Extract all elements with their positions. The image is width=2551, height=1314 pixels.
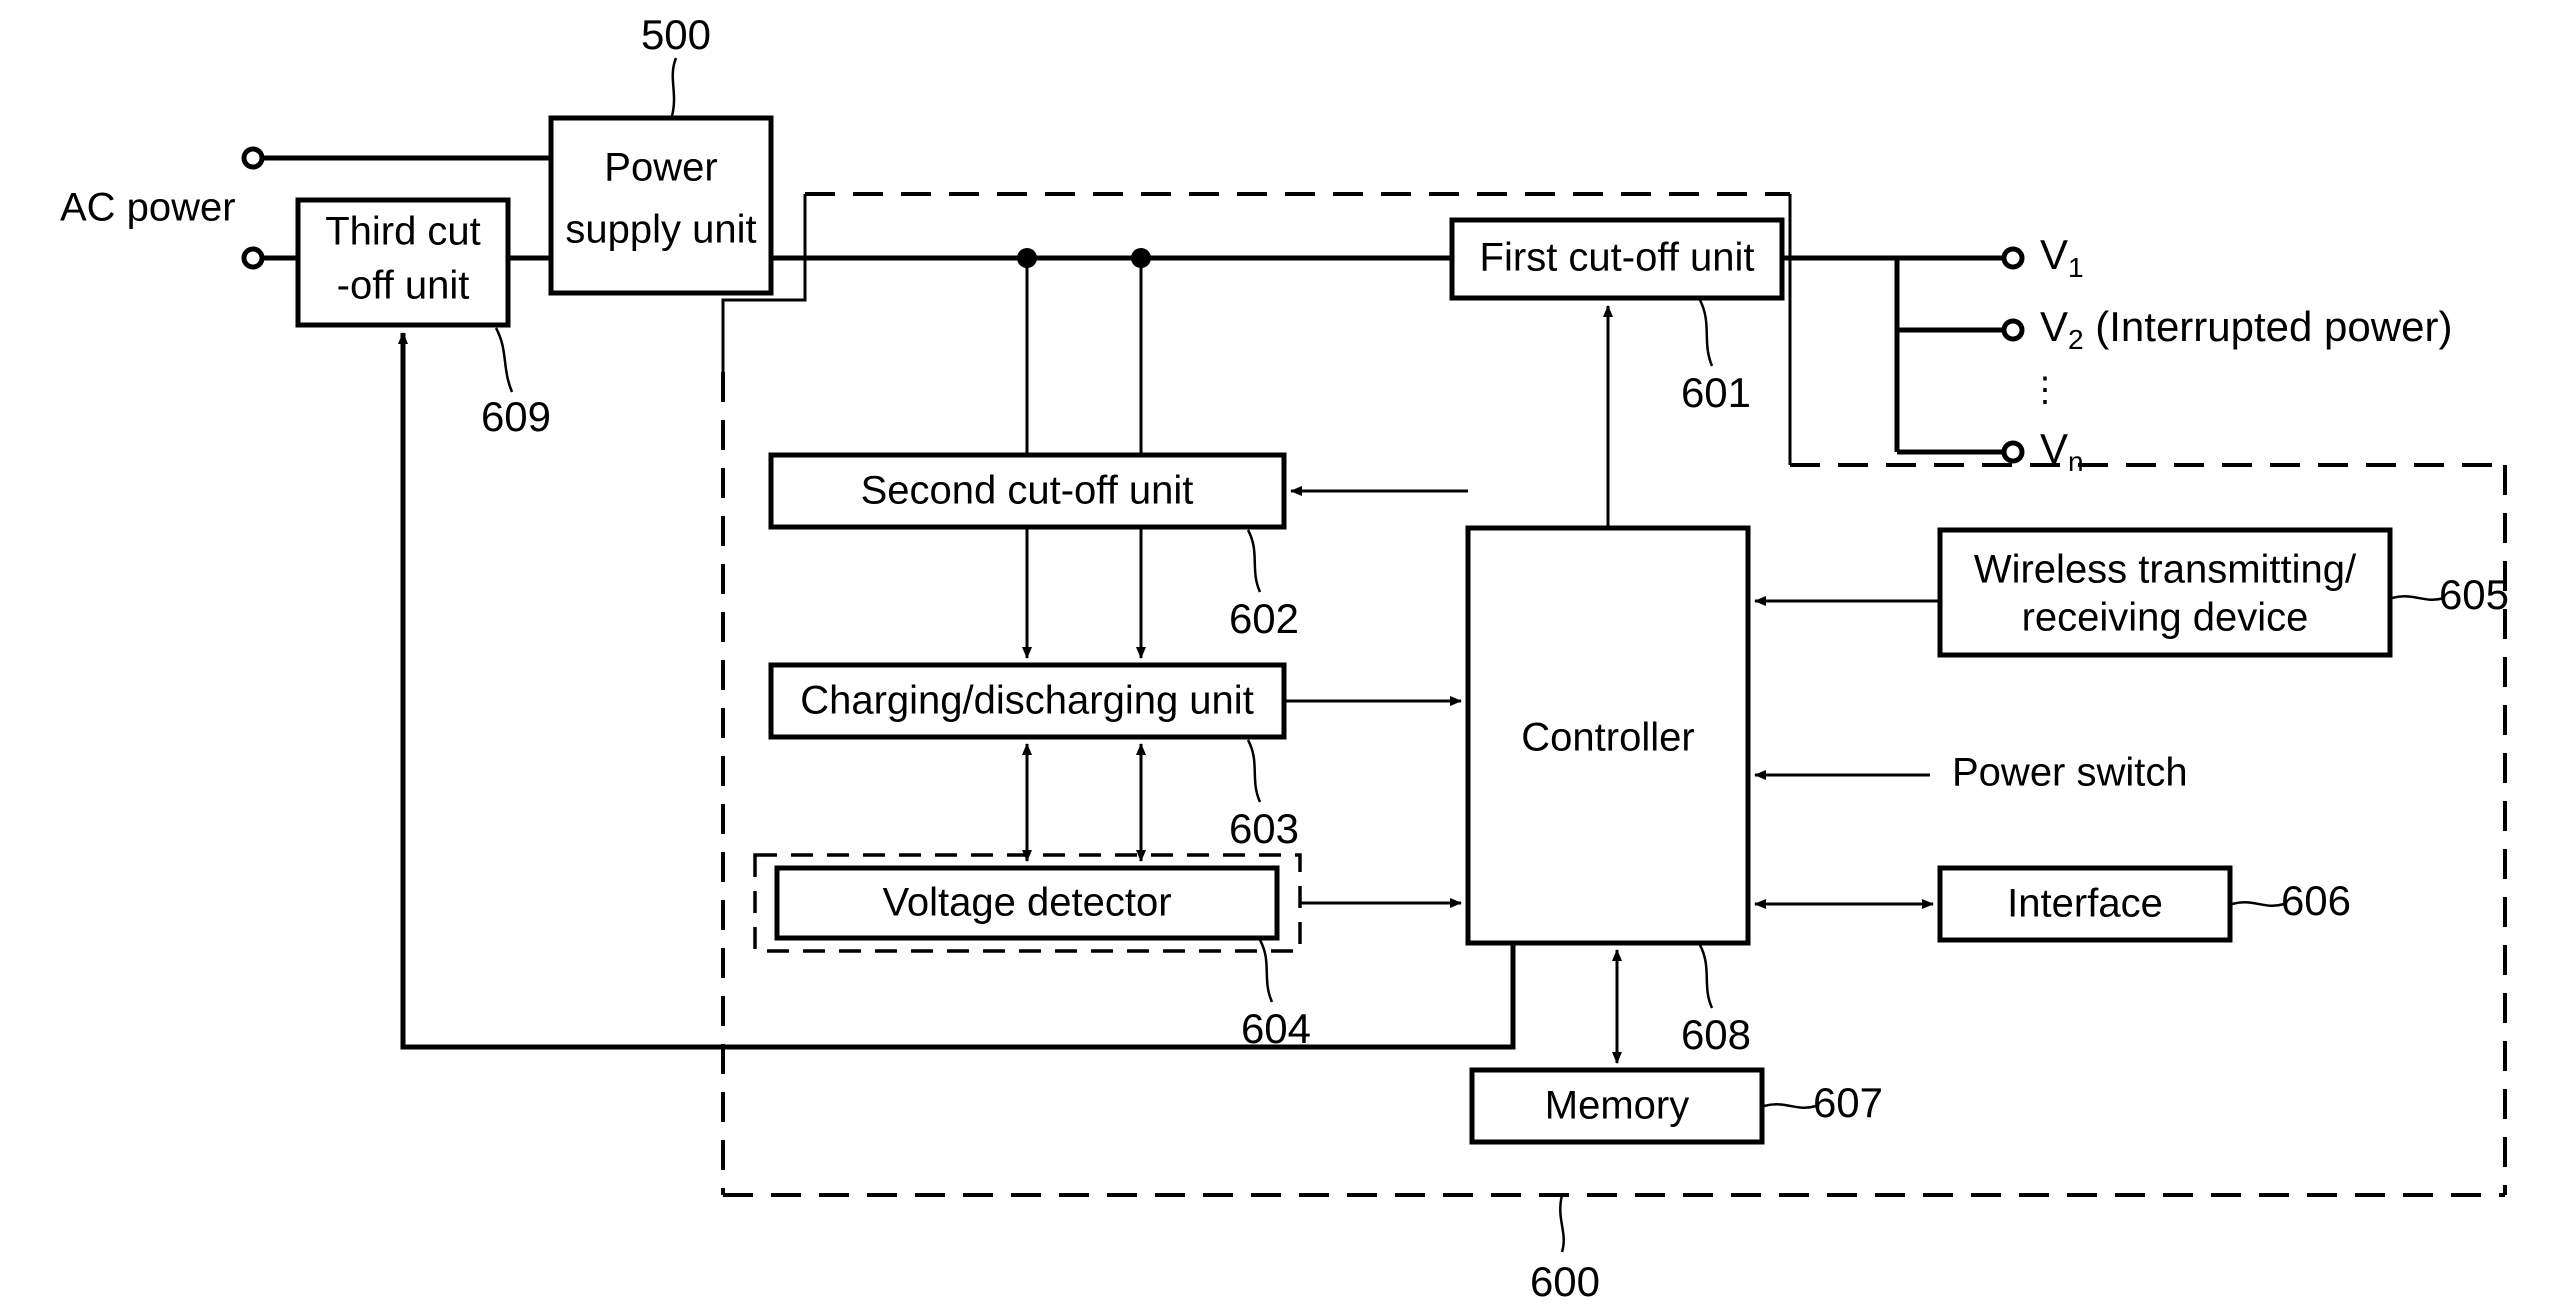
ref-600-label: 600 bbox=[1530, 1258, 1600, 1305]
block-diagram-svg: 600 AC power Third cut -off unit 609 Pow… bbox=[60, 11, 2509, 1305]
wireless-label-line1: Wireless transmitting/ bbox=[1974, 548, 2357, 592]
ref-605-leader bbox=[2391, 595, 2445, 601]
ref-608-label: 608 bbox=[1681, 1011, 1751, 1058]
block-power-supply-unit[interactable] bbox=[548, 115, 774, 296]
ac-power-label: AC power bbox=[60, 186, 236, 230]
vn-terminal-icon bbox=[2001, 440, 2025, 464]
memory-label: Memory bbox=[1545, 1084, 1689, 1128]
vn-label: Vn bbox=[2040, 425, 2084, 477]
voltage-detector-label: Voltage detector bbox=[882, 881, 1171, 925]
ref-607-leader bbox=[1763, 1103, 1817, 1109]
ref-609-leader bbox=[494, 327, 514, 393]
ref-609-label: 609 bbox=[481, 393, 551, 440]
v2-terminal-icon bbox=[2001, 318, 2025, 342]
v1-terminal-icon bbox=[2001, 246, 2025, 270]
ref-606-label: 606 bbox=[2281, 877, 2351, 924]
ref-600-leader bbox=[1559, 1194, 1565, 1253]
power-supply-label-line2: supply unit bbox=[565, 208, 756, 252]
ac-terminal-top-icon bbox=[241, 146, 265, 170]
ref-604-leader bbox=[1258, 939, 1274, 1003]
ref-601-label: 601 bbox=[1681, 369, 1751, 416]
ref-601-leader bbox=[1698, 299, 1714, 367]
v-ellipsis: ⋮ bbox=[2028, 371, 2062, 409]
power-supply-label-line1: Power bbox=[604, 146, 717, 190]
third-cutoff-label-line2: -off unit bbox=[337, 264, 470, 308]
ref-606-leader bbox=[2231, 901, 2285, 907]
charging-discharging-label: Charging/discharging unit bbox=[800, 679, 1254, 723]
ref-500-label: 500 bbox=[641, 11, 711, 58]
first-cutoff-label: First cut-off unit bbox=[1480, 236, 1755, 280]
v1-label: V1 bbox=[2040, 231, 2084, 283]
interface-label: Interface bbox=[2007, 882, 2163, 926]
ac-terminal-bottom-icon bbox=[241, 246, 265, 270]
ref-607-label: 607 bbox=[1813, 1079, 1883, 1126]
ref-603-leader bbox=[1246, 739, 1262, 803]
second-cutoff-label: Second cut-off unit bbox=[861, 469, 1194, 513]
ref-602-label: 602 bbox=[1229, 595, 1299, 642]
power-switch-label: Power switch bbox=[1952, 751, 2188, 795]
ref-602-leader bbox=[1246, 529, 1262, 593]
patent-figure-page: 600 AC power Third cut -off unit 609 Pow… bbox=[0, 0, 2551, 1314]
v2-label: V2 (Interrupted power) bbox=[2040, 303, 2452, 355]
ref-605-label: 605 bbox=[2439, 571, 2509, 618]
ref-608-leader bbox=[1698, 944, 1714, 1009]
ref-500-leader bbox=[670, 57, 678, 117]
ref-603-label: 603 bbox=[1229, 805, 1299, 852]
third-cutoff-label-line1: Third cut bbox=[325, 210, 481, 254]
wireless-label-line2: receiving device bbox=[2022, 596, 2309, 640]
controller-label: Controller bbox=[1521, 716, 1694, 760]
